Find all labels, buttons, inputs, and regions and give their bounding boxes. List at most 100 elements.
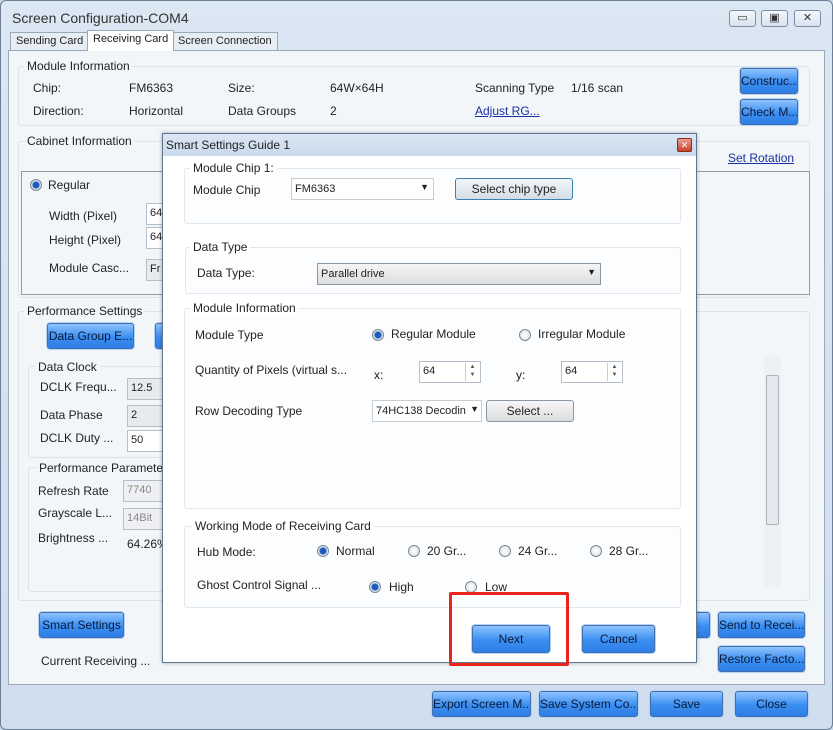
irregular-module-label: Irregular Module xyxy=(538,327,626,341)
dialog-close-icon[interactable]: ✕ xyxy=(677,138,692,152)
direction-value: Horizontal xyxy=(129,104,184,118)
module-information-dialog-title: Module Information xyxy=(190,301,299,315)
width-label: Width (Pixel) xyxy=(49,209,118,223)
dialog-title: Smart Settings Guide 1 xyxy=(166,138,291,152)
hub-normal-label: Normal xyxy=(336,544,375,558)
ghost-high-label: High xyxy=(389,580,414,594)
send-to-receiving-card-button[interactable]: Send to Recei... xyxy=(718,612,805,638)
chevron-down-icon: ▼ xyxy=(470,404,479,414)
module-chip-label: Module Chip xyxy=(193,183,261,197)
x-label: x: xyxy=(374,368,384,382)
row-decoding-label: Row Decoding Type xyxy=(195,404,303,418)
cabinet-information-title: Cabinet Information xyxy=(24,134,135,148)
scanning-type-value: 1/16 scan xyxy=(571,81,624,95)
row-decoding-value: 74HC138 Decodin xyxy=(376,405,466,417)
tab-screen-connection[interactable]: Screen Connection xyxy=(172,32,278,51)
pixels-quantity-label: Quantity of Pixels (virtual s... xyxy=(195,363,348,377)
height-label: Height (Pixel) xyxy=(49,233,122,247)
export-screen-button[interactable]: Export Screen M... xyxy=(432,691,531,717)
performance-parameters-title: Performance Paramete xyxy=(36,461,167,475)
dclk-duty-input[interactable]: 50 xyxy=(127,430,167,452)
size-label: Size: xyxy=(228,81,255,95)
data-type-select[interactable]: Parallel drive ▼ xyxy=(317,263,601,285)
close-window-button[interactable]: ✕ xyxy=(794,10,821,27)
direction-label: Direction: xyxy=(33,104,84,118)
save-system-config-button[interactable]: Save System Co... xyxy=(539,691,638,717)
restore-factory-button[interactable]: Restore Facto... xyxy=(718,646,805,672)
module-cascade-label: Module Casc... xyxy=(49,261,130,275)
working-mode-title: Working Mode of Receiving Card xyxy=(192,519,374,533)
scrollbar-thumb[interactable] xyxy=(766,375,779,525)
ghost-high-radio[interactable] xyxy=(369,581,381,593)
ghost-control-label: Ghost Control Signal ... xyxy=(197,578,322,592)
grayscale-label: Grayscale L... xyxy=(38,506,113,520)
set-rotation-link[interactable]: Set Rotation xyxy=(728,151,794,165)
regular-module-radio[interactable] xyxy=(372,329,384,341)
hub-24-radio[interactable] xyxy=(499,545,511,557)
module-chip-select[interactable]: FM6363 ▼ xyxy=(291,178,434,200)
x-value: 64 xyxy=(423,365,436,377)
check-module-button[interactable]: Check M... xyxy=(740,99,798,125)
close-button[interactable]: Close xyxy=(735,691,808,717)
dclk-duty-label: DCLK Duty ... xyxy=(40,431,114,445)
regular-radio[interactable] xyxy=(30,179,42,191)
data-groups-label: Data Groups xyxy=(228,104,297,118)
maximize-button[interactable]: ▣ xyxy=(761,10,788,27)
module-information-title: Module Information xyxy=(24,59,133,73)
hub-mode-label: Hub Mode: xyxy=(197,545,256,559)
chip-label: Chip: xyxy=(33,81,62,95)
construct-button[interactable]: Construc... xyxy=(740,68,798,94)
data-type-label: Data Type: xyxy=(197,266,255,280)
select-row-decoding-button[interactable]: Select ... xyxy=(486,400,574,422)
regular-label: Regular xyxy=(48,178,91,192)
smart-settings-dialog: Smart Settings Guide 1 ✕ Module Chip 1: … xyxy=(162,133,697,663)
working-mode-group xyxy=(184,526,681,608)
module-chip-value: FM6363 xyxy=(295,183,336,195)
x-stepper[interactable]: 64 ▲ ▼ xyxy=(419,361,481,383)
spin-arrows-icon[interactable]: ▲ ▼ xyxy=(607,363,621,381)
data-group-button[interactable]: Data Group E... xyxy=(47,323,134,349)
chevron-down-icon: ▼ xyxy=(587,267,596,277)
module-type-label: Module Type xyxy=(195,328,264,342)
brightness-label: Brightness ... xyxy=(38,531,109,545)
spin-arrows-icon[interactable]: ▲ ▼ xyxy=(465,363,479,381)
row-decoding-select[interactable]: 74HC138 Decodin ▼ xyxy=(372,400,482,422)
data-groups-value: 2 xyxy=(330,104,337,118)
irregular-module-radio[interactable] xyxy=(519,329,531,341)
performance-settings-title: Performance Settings xyxy=(24,304,146,318)
hub-24-label: 24 Gr... xyxy=(518,544,558,558)
hub-28-label: 28 Gr... xyxy=(609,544,649,558)
refresh-rate-input: 7740 xyxy=(123,480,163,502)
select-chip-type-button[interactable]: Select chip type xyxy=(455,178,573,200)
refresh-rate-label: Refresh Rate xyxy=(38,484,109,498)
highlight-box xyxy=(449,592,569,666)
current-receiving-label: Current Receiving ... xyxy=(41,654,151,668)
data-phase-select[interactable]: 2 xyxy=(127,405,167,427)
hub-20-label: 20 Gr... xyxy=(427,544,467,558)
y-stepper[interactable]: 64 ▲ ▼ xyxy=(561,361,623,383)
dclk-frequency-select[interactable]: 12.5 xyxy=(127,378,167,400)
data-clock-title: Data Clock xyxy=(35,360,100,374)
hub-28-radio[interactable] xyxy=(590,545,602,557)
data-type-group-title: Data Type xyxy=(190,240,251,254)
size-value: 64W×64H xyxy=(330,81,384,95)
regular-module-label: Regular Module xyxy=(391,327,476,341)
minimize-button[interactable]: ▭ xyxy=(729,10,756,27)
grayscale-input: 14Bit xyxy=(123,508,163,530)
dclk-frequency-label: DCLK Frequ... xyxy=(40,380,117,394)
scrollbar[interactable] xyxy=(764,355,781,587)
hub-20-radio[interactable] xyxy=(408,545,420,557)
cancel-button[interactable]: Cancel xyxy=(582,625,655,653)
y-value: 64 xyxy=(565,365,578,377)
tab-sending-card[interactable]: Sending Card xyxy=(10,32,90,51)
module-chip-group-title: Module Chip 1: xyxy=(190,161,277,175)
chevron-down-icon: ▼ xyxy=(420,182,429,192)
y-label: y: xyxy=(516,368,526,382)
hub-normal-radio[interactable] xyxy=(317,545,329,557)
adjust-rg-link[interactable]: Adjust RG... xyxy=(475,104,540,118)
data-phase-label: Data Phase xyxy=(40,408,103,422)
save-button[interactable]: Save xyxy=(650,691,723,717)
tab-receiving-card[interactable]: Receiving Card xyxy=(87,30,175,51)
scanning-type-label: Scanning Type xyxy=(475,81,555,95)
smart-settings-button[interactable]: Smart Settings xyxy=(39,612,124,638)
